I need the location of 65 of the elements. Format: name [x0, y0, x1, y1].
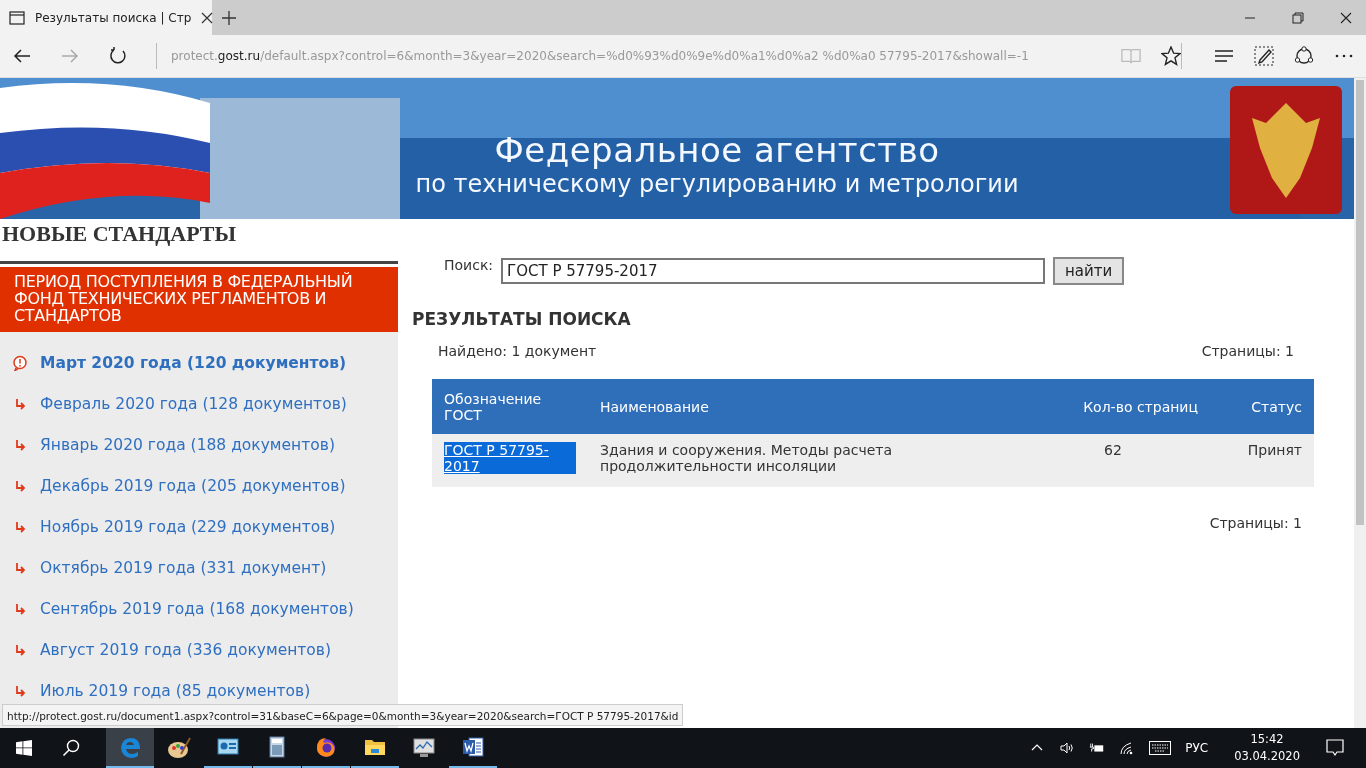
keyboard-icon[interactable] — [1149, 741, 1172, 755]
column-header: Наименование — [588, 379, 1016, 434]
monitor-icon — [412, 736, 436, 760]
table-cell: Принят — [1210, 434, 1314, 487]
pages-label: Страницы: 1 — [1209, 515, 1302, 531]
start-icon[interactable] — [16, 740, 32, 756]
refresh-icon[interactable] — [108, 46, 128, 66]
month-link[interactable]: Сентябрь 2019 года (168 документов) — [40, 599, 354, 618]
share-icon[interactable] — [1294, 46, 1314, 66]
fox-globe-icon — [314, 735, 338, 759]
clock-time[interactable]: 15:42 — [1250, 731, 1284, 748]
search-label: Поиск: — [444, 257, 494, 273]
arrow-icon — [14, 479, 26, 492]
notification-icon[interactable] — [1326, 739, 1344, 757]
found-count: Найдено: 1 документ — [438, 343, 597, 359]
column-header: Статус — [1210, 379, 1314, 434]
close-icon[interactable] — [201, 11, 214, 24]
arrow-icon — [14, 397, 26, 410]
month-link[interactable]: Июль 2019 года (85 документов) — [40, 681, 311, 700]
new-tab-icon[interactable] — [222, 10, 236, 25]
scrollbar[interactable] — [1354, 78, 1366, 728]
document-link[interactable]: ГОСТ Р 57795-2017 — [444, 442, 576, 474]
scrollbar-thumb[interactable] — [1356, 80, 1364, 525]
month-link[interactable]: Февраль 2020 года (128 документов) — [40, 394, 347, 413]
table-cell: Здания и сооружения. Методы расчета продолжительности инсоляции — [588, 434, 1016, 487]
column-header: Обозначение ГОСТ — [432, 379, 588, 434]
arrow-icon — [14, 602, 26, 615]
restore-icon[interactable] — [1292, 11, 1304, 24]
speaker-icon[interactable] — [1059, 740, 1076, 756]
close-icon[interactable] — [1340, 11, 1352, 24]
status-url: http://protect.gost.ru/document1.aspx?control=31&baseC=6&page=0&month=3&year=2020&search=ГОСТ Р 57795-2017&id — [2, 704, 684, 726]
arrow-icon — [14, 643, 26, 656]
results-heading: РЕЗУЛЬТАТЫ ПОИСКА — [412, 309, 632, 329]
tab-title: Результаты поиска | Стр — [35, 10, 192, 25]
arrow-icon — [14, 520, 26, 533]
month-link[interactable]: Март 2020 года (120 документов) — [40, 353, 347, 372]
month-link[interactable]: Август 2019 года (336 документов) — [40, 640, 332, 659]
document-icon — [461, 735, 485, 759]
language-indicator[interactable]: РУС — [1185, 741, 1209, 755]
book-icon — [1121, 46, 1141, 66]
browser-tab[interactable]: Результаты поиска | Стр — [0, 0, 212, 35]
clock-date[interactable]: 03.04.2020 — [1234, 748, 1300, 765]
month-link[interactable]: Январь 2020 года (188 документов) — [40, 435, 335, 454]
search-icon[interactable] — [62, 739, 80, 757]
pen-icon[interactable] — [1254, 46, 1274, 66]
arrow-icon — [14, 684, 26, 697]
banner-title: Федеральное агентство — [494, 130, 940, 170]
arrow-icon — [14, 438, 26, 451]
sidebar-heading: НОВЫЕ СТАНДАРТЫ — [1, 220, 238, 248]
tab-page-icon — [9, 9, 25, 26]
table-cell: 62 — [1016, 434, 1210, 487]
month-link[interactable]: Декабрь 2019 года (205 документов) — [40, 476, 346, 495]
column-header: Кол-во страниц — [1016, 379, 1210, 434]
star-icon[interactable] — [1161, 46, 1181, 66]
alert-icon — [12, 354, 28, 371]
pages-label: Страницы: 1 — [1201, 343, 1294, 359]
section-title: ПЕРИОД ПОСТУПЛЕНИЯ В ФЕДЕРАЛЬНЫЙ ФОНД ТЕХНИЧЕСКИХ РЕГЛАМЕНТОВ И СТАНДАРТОВ — [0, 267, 398, 332]
month-link[interactable]: Ноябрь 2019 года (229 документов) — [40, 517, 336, 536]
browser-icon — [118, 735, 142, 759]
month-link[interactable]: Октябрь 2019 года (331 документ) — [40, 558, 327, 577]
search-button[interactable]: найти — [1053, 257, 1125, 285]
banner-subtitle: по техническому регулированию и метрологии — [415, 170, 1019, 198]
arrow-icon — [14, 561, 26, 574]
search-field[interactable]: ГОСТ Р 57795-2017 — [501, 258, 1046, 284]
palette-icon — [167, 736, 191, 760]
